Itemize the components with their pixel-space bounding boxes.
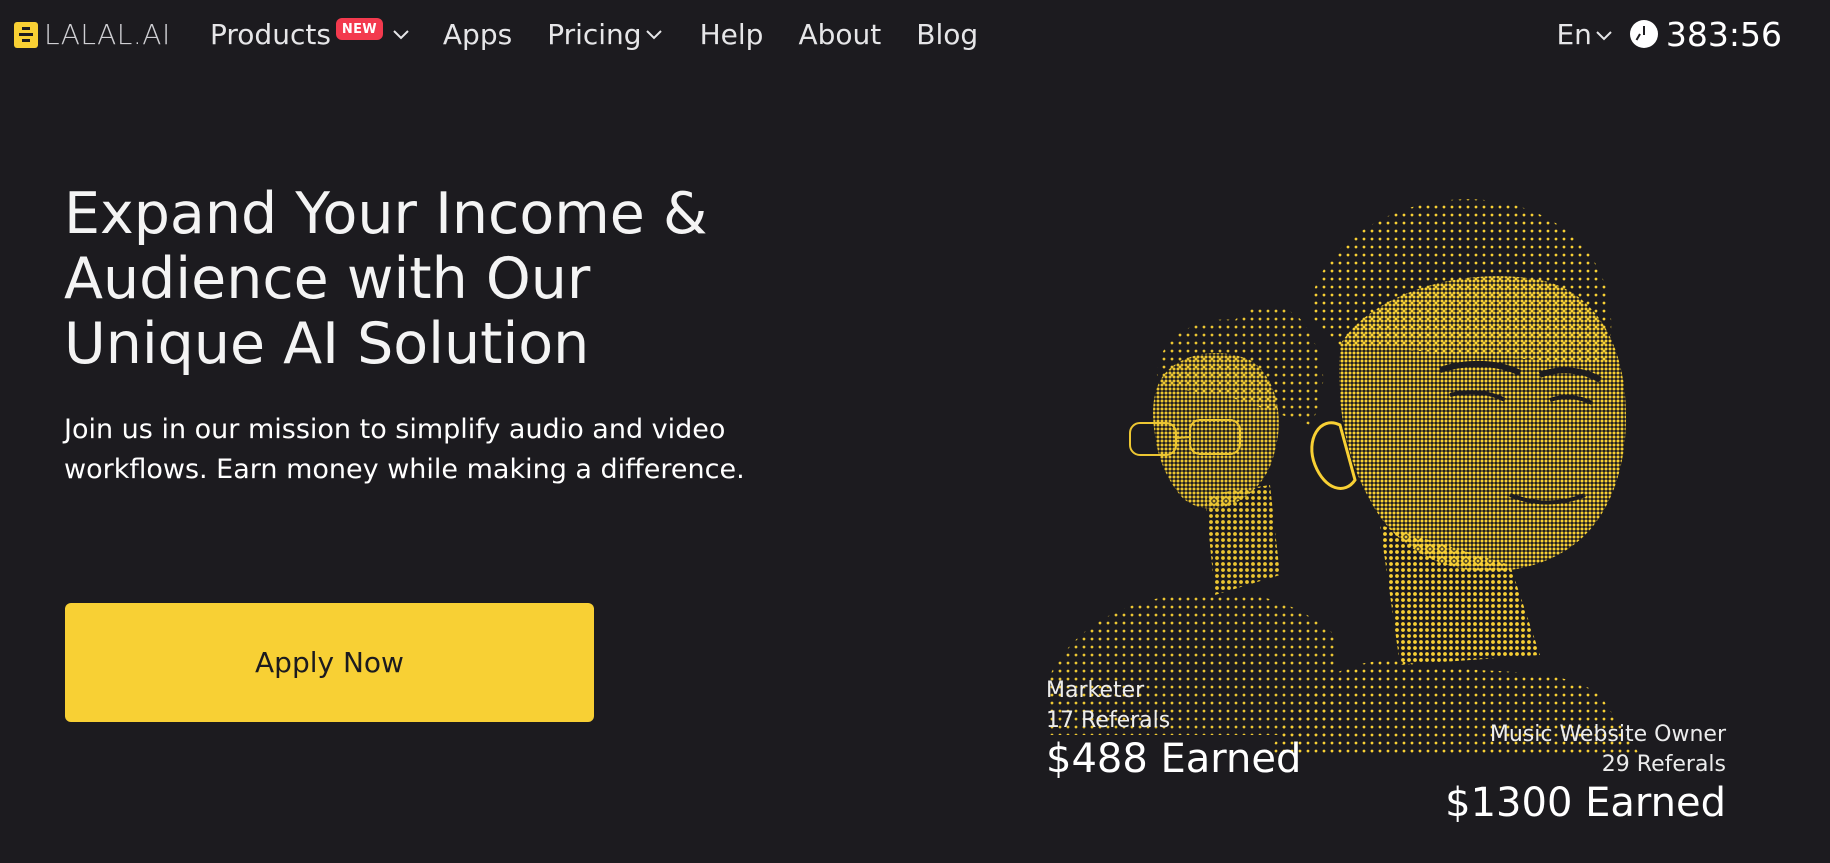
clock-icon bbox=[1629, 20, 1658, 48]
nav-item-label: Help bbox=[699, 17, 764, 51]
nav-item-apps[interactable]: Apps bbox=[443, 18, 512, 51]
language-selector[interactable]: En bbox=[1556, 17, 1612, 51]
language-label: En bbox=[1556, 17, 1592, 51]
chevron-down-icon bbox=[644, 24, 664, 44]
woman-portrait bbox=[1050, 305, 1340, 735]
nav-item-about[interactable]: About bbox=[798, 18, 881, 51]
chevron-down-icon bbox=[1594, 24, 1612, 44]
apply-now-button[interactable]: Apply Now bbox=[65, 603, 594, 722]
nav-item-products[interactable]: Products NEW bbox=[210, 18, 411, 51]
nav-item-label: Blog bbox=[916, 17, 979, 51]
stat-referrals: 29 Referals bbox=[1601, 752, 1726, 777]
stat-earned: $488 Earned bbox=[1046, 736, 1302, 782]
nav-item-blog[interactable]: Blog bbox=[916, 18, 978, 51]
chevron-down-icon bbox=[391, 24, 411, 44]
top-navigation: LALAL.AI Products NEW Apps Pricing Help … bbox=[0, 0, 1830, 68]
nav-item-pricing[interactable]: Pricing bbox=[547, 18, 663, 51]
nav-item-label: Pricing bbox=[547, 17, 642, 51]
stat-role: Music Website Owner bbox=[1489, 722, 1726, 747]
stat-card-music-website-owner: Music Website Owner 29 Referals $1300 Ea… bbox=[1445, 720, 1726, 826]
nav-item-help[interactable]: Help bbox=[700, 18, 764, 51]
nav-item-label: About bbox=[798, 17, 882, 51]
minutes-timer[interactable]: 383:56 bbox=[1629, 14, 1782, 54]
hero-title: Expand Your Income & Audience with Our U… bbox=[64, 181, 708, 377]
nav-right: En 383:56 bbox=[1556, 0, 1782, 68]
stat-referrals: 17 Referals bbox=[1046, 708, 1171, 733]
stat-card-marketer: Marketer 17 Referals $488 Earned bbox=[1046, 676, 1301, 782]
hero-subtitle: Join us in our mission to simplify audio… bbox=[64, 414, 745, 485]
main-menu: Products NEW Apps Pricing Help About Blo… bbox=[210, 0, 1013, 68]
logo-icon bbox=[14, 21, 38, 48]
nav-item-label: Apps bbox=[442, 17, 513, 51]
new-badge: NEW bbox=[335, 18, 383, 40]
logo-text: LALAL.AI bbox=[44, 18, 171, 51]
stat-role: Marketer bbox=[1046, 678, 1145, 703]
logo[interactable]: LALAL.AI bbox=[14, 18, 171, 51]
stat-earned: $1300 Earned bbox=[1445, 780, 1726, 826]
timer-value: 383:56 bbox=[1665, 14, 1782, 54]
nav-item-label: Products bbox=[210, 17, 331, 51]
